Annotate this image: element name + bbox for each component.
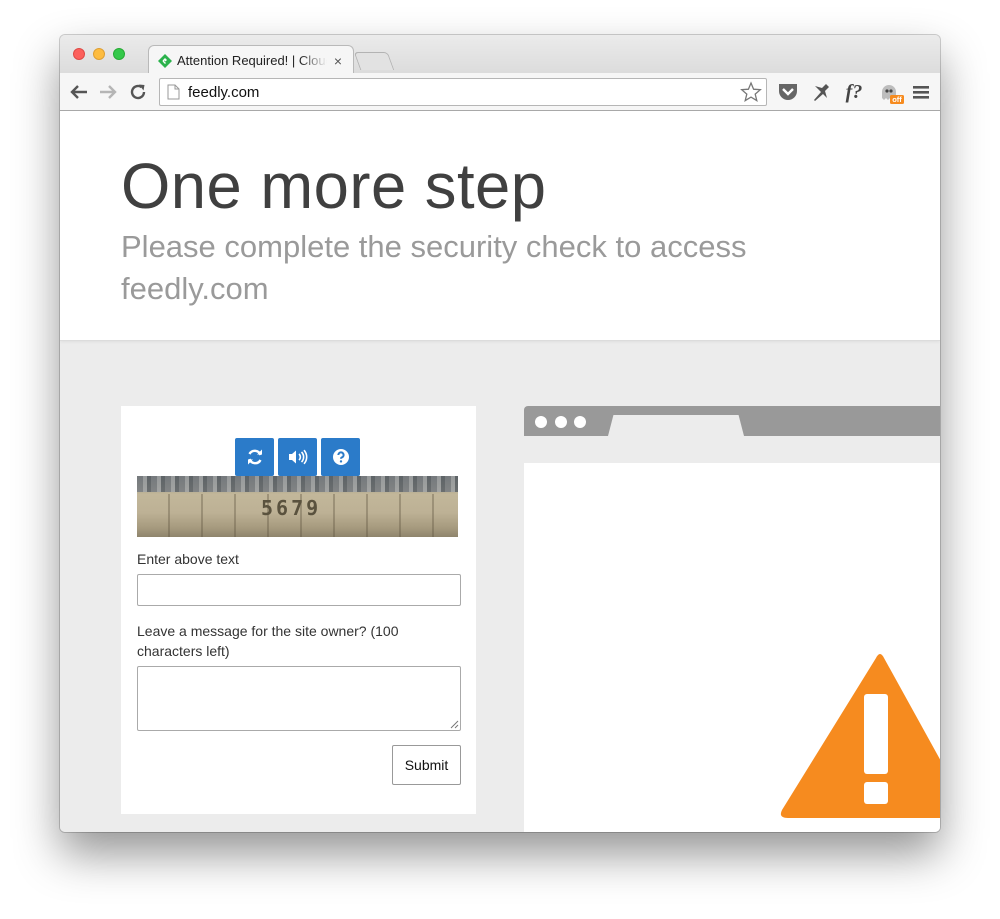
extension-badge: off [892, 95, 902, 104]
message-label: Leave a message for the site owner? (100… [137, 623, 399, 659]
whatfont-extension-button[interactable]: f? [842, 80, 866, 104]
hero-section: One more step Please complete the securi… [60, 111, 940, 341]
menu-button[interactable] [909, 80, 933, 104]
toolbar: feedly.com f? off [60, 73, 940, 111]
captcha-image-text: 5679 [261, 496, 322, 520]
refresh-icon [247, 449, 262, 465]
page-content: One more step Please complete the securi… [60, 111, 940, 832]
pin-extension-button[interactable] [809, 80, 833, 104]
captcha-audio-button[interactable] [278, 438, 317, 476]
title-bar: Attention Required! | Cloudflare × [60, 35, 940, 75]
browser-window: Attention Required! | Cloudflare × [60, 35, 940, 832]
audio-icon [288, 449, 307, 465]
resize-grip-icon[interactable] [450, 720, 459, 729]
window-maximize-button[interactable] [113, 48, 125, 60]
ghostery-extension-button[interactable]: off [877, 80, 905, 104]
captcha-toolbar [235, 438, 360, 476]
illustration-tab [608, 415, 744, 436]
bookmark-star-icon[interactable] [740, 81, 762, 103]
new-tab-button[interactable] [353, 52, 395, 70]
browser-illustration [524, 406, 940, 832]
reload-button[interactable] [127, 81, 149, 103]
captcha-answer-label: Enter above text [137, 551, 239, 567]
tab-close-icon[interactable]: × [331, 53, 345, 69]
address-bar[interactable]: feedly.com [159, 78, 767, 106]
warning-icon [780, 654, 940, 818]
back-button[interactable] [68, 81, 90, 103]
captcha-help-button[interactable] [321, 438, 360, 476]
pocket-icon [779, 84, 797, 100]
captcha-answer-input[interactable] [137, 574, 461, 606]
illustration-body [524, 463, 940, 832]
ghost-icon: off [882, 85, 904, 104]
page-subtitle: Please complete the security check to ac… [121, 229, 747, 306]
captcha-image: 5679 [137, 476, 458, 537]
page-title: One more step [121, 150, 547, 222]
help-icon [332, 449, 349, 465]
message-textarea[interactable] [137, 666, 461, 731]
tab-active[interactable]: Attention Required! | Cloudflare × [148, 45, 354, 75]
window-minimize-button[interactable] [93, 48, 105, 60]
illustration-title-bar [524, 406, 940, 436]
submit-button[interactable]: Submit [392, 745, 461, 785]
back-arrow-icon [70, 85, 87, 99]
captcha-card: 5679 Enter above text Leave a message fo… [121, 406, 476, 814]
pushpin-icon [814, 84, 829, 101]
tab-title: Attention Required! | Cloudflare [177, 53, 327, 68]
reload-icon [130, 84, 146, 100]
forward-arrow-icon [100, 85, 117, 99]
captcha-refresh-button[interactable] [235, 438, 274, 476]
page-icon [167, 84, 180, 100]
feedly-favicon-icon [158, 53, 172, 68]
hamburger-menu-icon [913, 86, 929, 99]
window-close-button[interactable] [73, 48, 85, 60]
forward-button[interactable] [97, 81, 119, 103]
pocket-extension-button[interactable] [776, 80, 800, 104]
url-text: feedly.com [188, 84, 260, 101]
